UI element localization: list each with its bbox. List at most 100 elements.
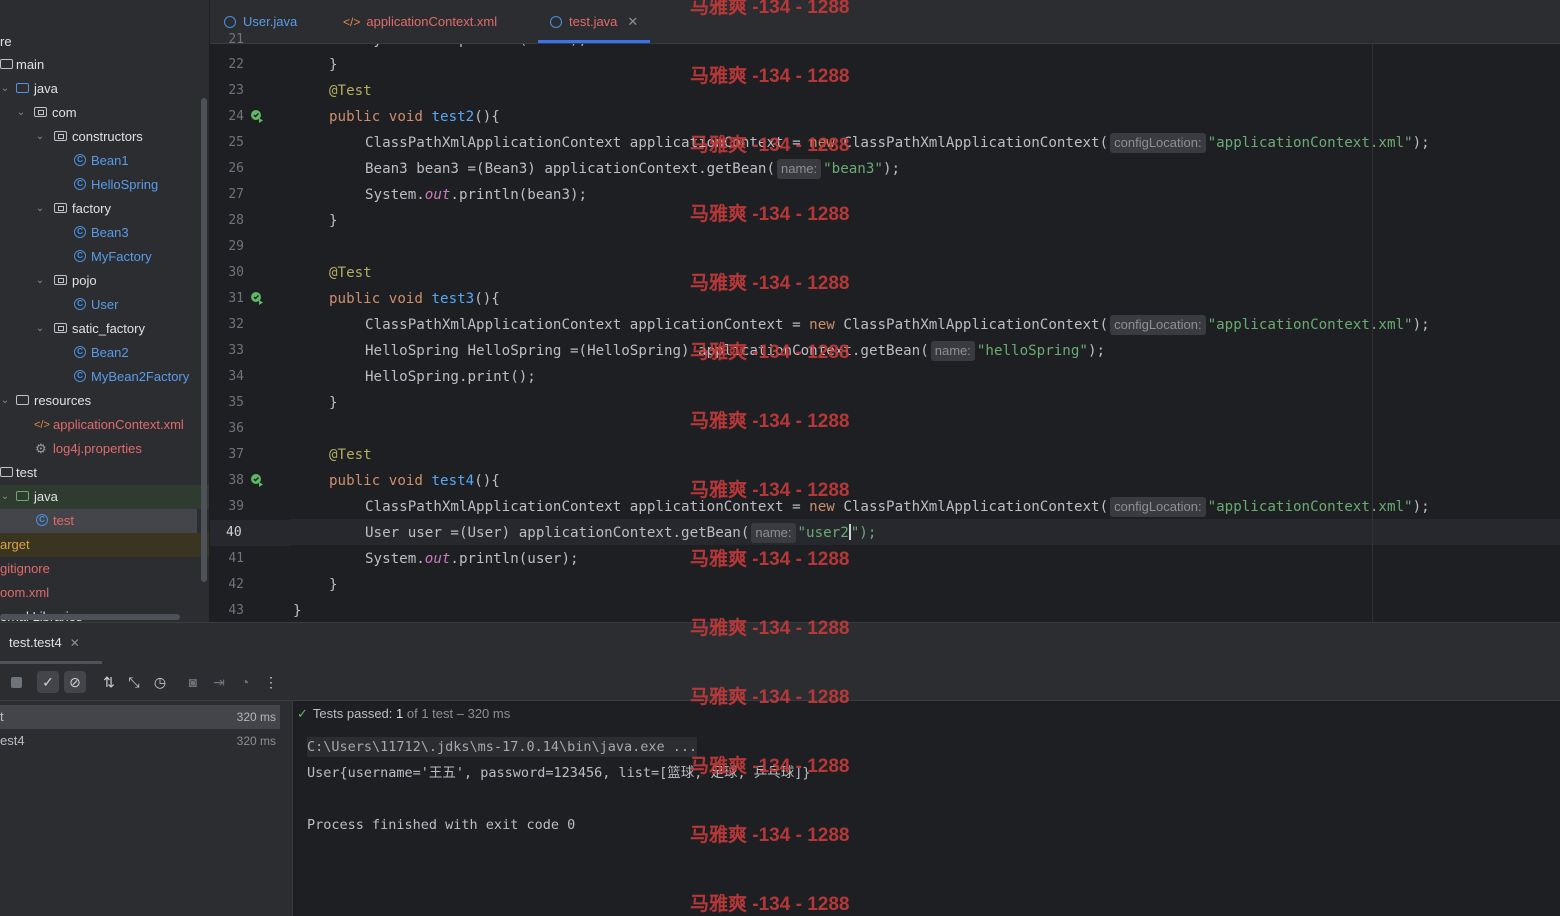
close-icon[interactable]: ✕ bbox=[70, 636, 80, 650]
line-number: 31 bbox=[228, 291, 244, 306]
parameter-hint: name: bbox=[751, 523, 796, 543]
class-icon: C bbox=[74, 346, 86, 358]
xml-icon: </> bbox=[343, 15, 361, 29]
screenshot-icon[interactable]: ◙ bbox=[182, 671, 204, 693]
code-token: ClassPathXmlApplicationContext( bbox=[834, 135, 1109, 151]
code-token: ); bbox=[1412, 317, 1430, 333]
run-console[interactable]: ✓ Tests passed: 1 of 1 test – 320 ms C:\U… bbox=[293, 701, 1560, 916]
check-icon: ✓ bbox=[297, 706, 308, 721]
tree-item-test-folder[interactable]: test bbox=[0, 461, 200, 485]
package-icon bbox=[34, 107, 47, 117]
tree-item-main[interactable]: main bbox=[0, 53, 200, 77]
tree-item-log4j-properties[interactable]: ⚙ log4j.properties bbox=[0, 437, 200, 461]
close-icon[interactable]: ✕ bbox=[627, 14, 638, 29]
tree-item-hellospring[interactable]: C HelloSpring bbox=[0, 173, 200, 197]
chevron-down-icon[interactable]: ⌄ bbox=[15, 101, 27, 125]
line-number: 35 bbox=[228, 395, 244, 410]
tree-item-com[interactable]: ⌄ com bbox=[0, 101, 200, 125]
tab-test-java[interactable]: test.java ✕ bbox=[538, 0, 651, 43]
tree-item-bean3[interactable]: C Bean3 bbox=[0, 221, 200, 245]
tree-item-user[interactable]: C User bbox=[0, 293, 200, 317]
console-command-line[interactable]: C:\Users\11712\.jdks\ms-17.0.14\bin\java… bbox=[307, 737, 698, 757]
run-test-icon[interactable] bbox=[250, 473, 264, 487]
test-duration: 320 ms bbox=[236, 710, 276, 724]
line-number: 39 bbox=[228, 499, 244, 514]
history-icon[interactable]: ◷ bbox=[149, 671, 171, 693]
tab-label: applicationContext.xml bbox=[366, 14, 498, 29]
chevron-down-icon[interactable]: ⌄ bbox=[0, 77, 11, 101]
code-token: "helloSpring" bbox=[976, 343, 1088, 359]
tree-horizontal-scrollbar[interactable] bbox=[0, 614, 180, 620]
tree-item-applicationcontext-xml[interactable]: </> applicationContext.xml bbox=[0, 413, 200, 437]
line-number: 22 bbox=[228, 57, 244, 72]
code-line: HelloSpring HelloSpring =(HelloSpring) a… bbox=[365, 338, 1105, 364]
test-node-test4[interactable]: est4 320 ms bbox=[0, 729, 280, 753]
sort-icon[interactable]: ⇅ bbox=[98, 671, 120, 693]
class-icon bbox=[550, 16, 562, 28]
tree-item-factory[interactable]: ⌄ factory bbox=[0, 197, 200, 221]
run-tab[interactable]: test.test4 ✕ bbox=[9, 635, 80, 650]
resources-folder-icon bbox=[16, 395, 29, 405]
chevron-down-icon[interactable]: ⌄ bbox=[34, 269, 46, 293]
tree-item-pom-xml[interactable]: oom.xml bbox=[0, 581, 200, 605]
tree-item-bean2[interactable]: C Bean2 bbox=[0, 341, 200, 365]
tree-item-label: re bbox=[0, 34, 12, 49]
tree-item-label: Bean1 bbox=[91, 153, 129, 168]
show-ignored-icon[interactable]: ⊘ bbox=[64, 671, 86, 693]
tree-vertical-scrollbar[interactable] bbox=[201, 98, 207, 582]
coverage-icon[interactable]: ◔ bbox=[234, 671, 256, 693]
line-number: 26 bbox=[228, 161, 244, 176]
code-line: } bbox=[329, 213, 338, 229]
more-icon[interactable]: ⋮ bbox=[260, 671, 282, 693]
package-icon bbox=[54, 275, 67, 285]
tree-item-satic-factory[interactable]: ⌄ satic_factory bbox=[0, 317, 200, 341]
chevron-down-icon[interactable]: ⌄ bbox=[34, 317, 46, 341]
test-duration: 320 ms bbox=[236, 734, 276, 748]
chevron-down-icon[interactable]: ⌄ bbox=[0, 485, 11, 509]
parameter-hint: configLocation: bbox=[1110, 315, 1206, 335]
code-line: ClassPathXmlApplicationContext applicati… bbox=[365, 130, 1430, 156]
line-number: 37 bbox=[228, 447, 244, 462]
chevron-down-icon[interactable]: ⌄ bbox=[34, 125, 46, 149]
tree-item-pojo[interactable]: ⌄ pojo bbox=[0, 269, 200, 293]
gear-icon: ⚙ bbox=[35, 441, 47, 456]
line-number: 30 bbox=[228, 265, 244, 280]
tree-item-test-java[interactable]: ⌄ java bbox=[0, 485, 209, 509]
tree-item-gitignore[interactable]: gitignore bbox=[0, 557, 200, 581]
code-token: ); bbox=[882, 161, 901, 177]
tree-item-label: com bbox=[52, 105, 77, 120]
code-token: (){ bbox=[474, 473, 500, 489]
show-passed-icon[interactable]: ✓ bbox=[37, 671, 59, 693]
export-icon[interactable]: ⇥ bbox=[208, 671, 230, 693]
tree-item-resources[interactable]: ⌄ resources bbox=[0, 389, 200, 413]
tree-item-test-class[interactable]: C test bbox=[0, 509, 197, 533]
chevron-down-icon[interactable]: ⌄ bbox=[34, 197, 46, 221]
code-token: ClassPathXmlApplicationContext( bbox=[834, 499, 1109, 515]
tree-item-java[interactable]: ⌄ java bbox=[0, 77, 200, 101]
tree-item-mybean2factory[interactable]: C MyBean2Factory bbox=[0, 365, 200, 389]
tab-applicationcontext-xml[interactable]: </> applicationContext.xml bbox=[343, 0, 497, 43]
stop-icon[interactable] bbox=[5, 671, 27, 693]
code-token: (){ bbox=[474, 291, 500, 307]
run-test-icon[interactable] bbox=[250, 109, 264, 123]
package-icon bbox=[54, 323, 67, 333]
chevron-down-icon[interactable]: ⌄ bbox=[0, 389, 11, 413]
line-number: 24 bbox=[228, 109, 244, 124]
tree-item-target[interactable]: arget bbox=[0, 533, 209, 557]
tree-item-myfactory[interactable]: C MyFactory bbox=[0, 245, 200, 269]
tree-item-re[interactable]: re bbox=[0, 30, 200, 54]
line-number: 38 bbox=[228, 473, 244, 488]
tree-item-bean1[interactable]: C Bean1 bbox=[0, 149, 200, 173]
tree-item-constructors[interactable]: ⌄ constructors bbox=[0, 125, 200, 149]
code-token: test4 bbox=[431, 473, 475, 489]
code-editor[interactable]: System.out.println(bean2); } @Test publi… bbox=[290, 44, 1560, 622]
run-test-icon[interactable] bbox=[250, 291, 264, 305]
tree-item-label: factory bbox=[72, 201, 112, 216]
parameter-hint: configLocation: bbox=[1110, 497, 1206, 517]
line-number-current: 40 bbox=[210, 520, 290, 546]
class-icon: C bbox=[74, 154, 86, 166]
run-tab-label: test.test4 bbox=[9, 635, 62, 650]
test-node-root[interactable]: t 320 ms bbox=[0, 705, 280, 729]
code-token: ClassPathXmlApplicationContext applicati… bbox=[365, 499, 810, 515]
collapse-icon[interactable]: ⤡ bbox=[123, 671, 145, 693]
